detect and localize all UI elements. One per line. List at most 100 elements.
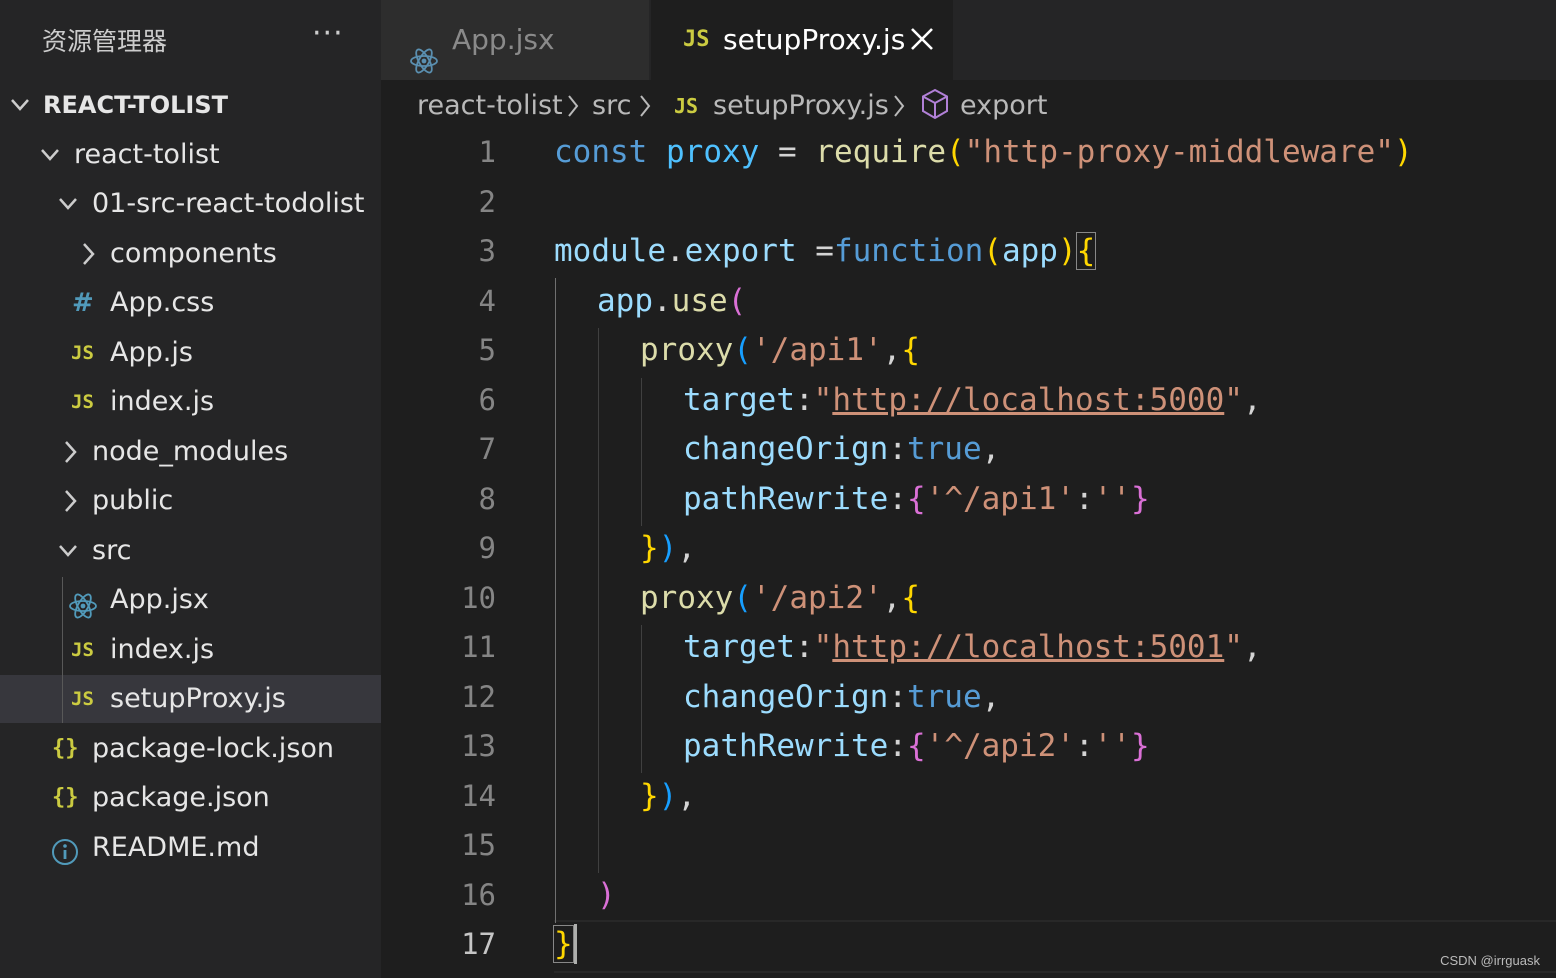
line-number: 2 [478,184,496,219]
token: '/api1' [752,332,883,368]
token: ) [597,876,616,913]
token: = [796,233,834,269]
token: '' [1093,728,1131,764]
js-file-icon: JS [71,342,94,364]
text-cursor [574,924,577,964]
line-number: 5 [478,333,496,367]
token: app [597,282,653,319]
tab-setupproxy-js[interactable]: JS setupProxy.js [651,0,953,80]
token: } [1130,728,1150,764]
line-number: 8 [478,481,496,516]
breadcrumb-item[interactable]: src [592,80,631,132]
tab-label: App.jsx [452,23,555,56]
indent-guide [555,278,556,923]
token: '' [1093,480,1131,517]
line-number: 7 [478,432,496,466]
tree-item-app-css[interactable]: # App.css [0,279,381,327]
breadcrumb-item[interactable]: react-tolist [417,80,563,132]
token: { [906,728,926,764]
js-file-icon: JS [71,639,94,661]
token: . [653,282,672,319]
line-number: 9 [478,531,496,565]
explorer-header: 资源管理器 ··· [0,0,381,80]
line-number: 13 [461,729,496,763]
tree-item-setupproxy-js[interactable]: JS setupProxy.js [0,675,381,723]
token: '^/api1' [925,480,1075,517]
token: } [1130,480,1150,517]
tree-item-01-src-react-todolist[interactable]: 01-src-react-todolist [0,180,381,228]
editor-tab-bar: App.jsx JS setupProxy.js [381,0,1556,80]
token: pathRewrite [683,728,889,764]
token: ( [733,332,752,368]
token[interactable]: http://localhost:5000 [832,382,1224,418]
info-icon [51,835,79,883]
token: function [833,233,984,269]
code-line: }), [640,524,696,574]
tree-root-label: REACT-TOLIST [43,91,228,119]
token: app [1001,233,1058,269]
tree-item-react-tolist[interactable]: react-tolist [0,131,381,179]
tree-item-node-modules[interactable]: node_modules [0,428,381,476]
tab-label: setupProxy.js [723,23,906,56]
token: , [981,678,1001,715]
tree-item-label: index.js [110,634,215,665]
tree-item-app-js[interactable]: JS App.js [0,329,381,377]
tree-item-components[interactable]: components [0,230,381,278]
line-number: 3 [478,234,496,268]
token: : [888,678,907,715]
token: changeOrign [683,431,889,467]
tree-item-src[interactable]: src [0,527,381,575]
token: " [813,629,833,665]
token: target [683,381,795,418]
token: : [888,480,907,517]
tree-item-label: public [92,485,174,516]
line-number: 15 [461,828,496,862]
tree-item-label: 01-src-react-todolist [92,188,365,219]
tree-item-label: package.json [92,782,270,813]
code-line: module.export =function(app){ [554,227,1097,277]
breadcrumb-item[interactable]: setupProxy.js [713,80,889,132]
tree-item-package-json[interactable]: {} package.json [0,774,381,822]
tree-item-label: App.css [110,287,215,318]
token: ( [946,134,965,170]
token: , [1242,629,1262,665]
tree-item-label: src [92,535,132,566]
token: require [815,134,946,170]
code-line: pathRewrite:{'^/api1':''} [683,475,1150,525]
token[interactable]: http://localhost:5001 [832,629,1224,665]
token: '^/api2' [925,728,1075,764]
code-line: pathRewrite:{'^/api2':''} [683,722,1150,772]
tree-item-index-js[interactable]: JS index.js [0,378,381,426]
token: ) [658,530,678,566]
json-file-icon: {} [52,736,79,761]
code-editor[interactable]: 1 2 3 4 5 6 7 8 9 10 11 12 13 14 15 16 1… [381,128,1556,978]
tab-app-jsx[interactable]: App.jsx [381,0,649,80]
indent-guide [62,577,63,723]
token: "http-proxy-middleware" [964,134,1394,170]
token: proxy [666,134,760,170]
breadcrumb-item[interactable]: export [960,80,1047,132]
tree-item-label: index.js [110,386,215,417]
token: : [888,728,907,764]
tree-item-public[interactable]: public [0,477,381,525]
breadcrumb: react-tolist src JS setupProxy.js export [381,80,1556,132]
more-actions-icon[interactable]: ··· [312,16,344,51]
tree-root-react-tolist[interactable]: REACT-TOLIST [0,81,381,129]
token: , [677,777,697,814]
line-number: 10 [461,580,496,615]
tree-item-src-index-js[interactable]: JS index.js [0,626,381,674]
js-file-icon: JS [674,94,699,118]
token: } [640,777,659,814]
token: module [554,233,666,269]
explorer-title: 资源管理器 [42,27,168,56]
tree-item-app-jsx[interactable]: App.jsx [0,576,381,624]
code-line: } [553,920,574,970]
code-line: proxy('/api1',{ [640,326,920,376]
code-line: changeOrign:true, [683,425,1000,475]
token: , [882,332,902,368]
tree-item-package-lock-json[interactable]: {} package-lock.json [0,725,381,773]
token: ( [733,579,752,616]
tree-item-readme-md[interactable]: README.md [0,824,381,872]
token: : [1074,728,1094,764]
line-number: 16 [461,877,496,912]
